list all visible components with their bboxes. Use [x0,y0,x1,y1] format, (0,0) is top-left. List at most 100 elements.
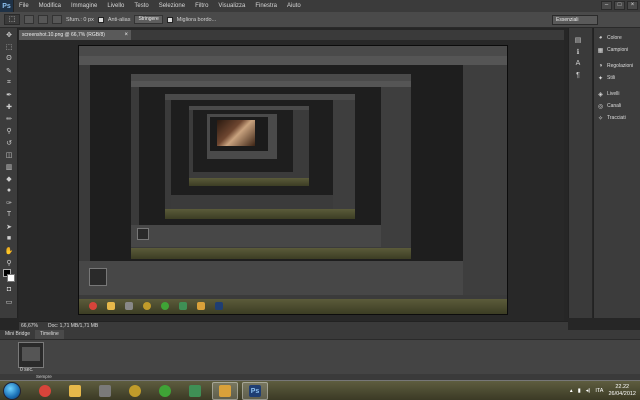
panel-channels[interactable]: ◎ Canali [594,100,640,112]
character-panel-icon[interactable]: A [571,58,585,69]
lasso-tool-icon[interactable]: ʘ [2,53,16,64]
style-select[interactable]: Stringere [134,15,163,24]
zoom-level[interactable]: 66,67% [21,323,38,329]
taskbar-media-player[interactable] [212,382,238,400]
antialias-checkbox[interactable] [97,16,104,23]
photoshop-icon: Ps [249,385,261,397]
crop-tool-icon[interactable]: ⌗ [2,77,16,88]
selection-tool-icon[interactable]: ⬚ [4,14,20,25]
doc-info[interactable]: Doc: 1,71 MB/1,71 MB [48,323,98,329]
eraser-tool-icon[interactable]: ◫ [2,149,16,160]
panel-colors[interactable]: ◕ Colore [594,32,640,44]
document-tab-bar: screenshot.10.png @ 66,7% (RGB/8) × [19,30,564,40]
menu-layer[interactable]: Livello [102,0,129,12]
menu-file[interactable]: File [14,0,34,12]
winamp-icon [129,385,141,397]
layers-icon: ◈ [598,91,603,98]
panel-label: Regolazioni [607,63,634,69]
network-icon[interactable]: ▮ [578,388,581,394]
tab-mini-bridge[interactable]: Mini Bridge [0,330,35,339]
volume-icon[interactable]: ◂) [586,388,591,394]
menu-image[interactable]: Immagine [66,0,102,12]
healing-tool-icon[interactable]: ✚ [2,101,16,112]
menu-window[interactable]: Finestra [250,0,282,12]
frame-duration[interactable]: 0 sec. [20,367,33,373]
close-button[interactable]: × [627,1,638,10]
ps-logo: Ps [0,0,14,12]
clock[interactable]: 22.22 26/04/2012 [608,384,636,398]
close-icon[interactable]: × [124,30,128,40]
clock-date: 26/04/2012 [608,391,636,397]
minimize-button[interactable]: – [601,1,612,10]
brush-tool-icon[interactable]: ✏ [2,113,16,124]
color-swatches-icon[interactable] [2,269,16,283]
language-indicator[interactable]: ITA [595,388,603,394]
subtract-selection-button[interactable] [52,15,62,24]
taskbar-utorrent[interactable] [152,382,178,400]
shape-tool-icon[interactable]: ■ [2,233,16,244]
quick-select-tool-icon[interactable]: ✎ [2,65,16,76]
properties-panel-icon[interactable]: ℹ [571,46,585,57]
dodge-tool-icon[interactable]: ● [2,185,16,196]
tools-panel: ✥ ⬚ ʘ ✎ ⌗ ✒ ✚ ✏ ⚲ ↺ ◫ ▥ ◆ ● ✑ T ➤ ■ ✋ ⚲ … [0,28,18,318]
photo-thumbnail [217,120,255,146]
document-canvas[interactable] [78,45,508,315]
taskbar-toolbox[interactable] [92,382,118,400]
panel-styles[interactable]: ✦ Stili [594,72,640,84]
status-bar: 66,67% Doc: 1,71 MB/1,71 MB [19,321,568,330]
panel-layers[interactable]: ◈ Livelli [594,88,640,100]
zoom-tool-icon[interactable]: ⚲ [2,257,16,268]
history-brush-icon[interactable]: ↺ [2,137,16,148]
taskbar-app-green[interactable] [182,382,208,400]
panel-icon-strip: ▤ ℹ A ¶ [568,28,592,318]
panel-swatches[interactable]: ▦ Campioni [594,44,640,56]
clock-time: 22.22 [615,384,630,390]
taskbar-explorer[interactable] [62,382,88,400]
menu-filter[interactable]: Filtro [190,0,213,12]
windows-taskbar: Ps ▴ ▮ ◂) ITA 22.22 26/04/2012 [0,380,640,400]
blur-tool-icon[interactable]: ◆ [2,173,16,184]
maximize-button[interactable]: □ [614,1,625,10]
tab-timeline[interactable]: Timeline [35,330,64,339]
menu-view[interactable]: Visualizza [213,0,250,12]
panel-paths[interactable]: ✧ Tracciati [594,112,640,124]
gradient-tool-icon[interactable]: ▥ [2,161,16,172]
clone-tool-icon[interactable]: ⚲ [2,125,16,136]
timeline-frame[interactable] [18,342,44,368]
paragraph-panel-icon[interactable]: ¶ [571,70,585,81]
hand-tool-icon[interactable]: ✋ [2,245,16,256]
taskbar-chrome[interactable] [32,382,58,400]
history-panel-icon[interactable]: ▤ [571,34,585,45]
feather-label: Sfum.: 0 px [66,16,94,23]
add-selection-button[interactable] [38,15,48,24]
workspace-select[interactable]: Essenziali [552,15,598,25]
styles-icon: ✦ [597,75,604,82]
move-tool-icon[interactable]: ✥ [2,29,16,40]
system-tray: ▴ ▮ ◂) ITA 22.22 26/04/2012 [570,382,636,400]
tray-arrow-icon[interactable]: ▴ [570,388,573,394]
toolbox-icon [99,385,111,397]
timeline-panel: 0 sec. [0,339,640,374]
new-selection-button[interactable] [24,15,34,24]
screen-mode-icon[interactable]: ▭ [2,296,16,307]
refine-checkbox[interactable] [166,16,173,23]
marquee-tool-icon[interactable]: ⬚ [2,41,16,52]
menu-type[interactable]: Testo [129,0,153,12]
refine-edge-label[interactable]: Migliora bordo... [177,17,216,23]
start-button[interactable] [3,382,21,400]
pen-tool-icon[interactable]: ✑ [2,197,16,208]
document-tab[interactable]: screenshot.10.png @ 66,7% (RGB/8) × [19,30,131,40]
eyedropper-tool-icon[interactable]: ✒ [2,89,16,100]
quick-mask-icon[interactable]: ◘ [2,284,16,295]
taskbar-photoshop[interactable]: Ps [242,382,268,400]
antialias-label: Anti-alias [107,16,131,23]
taskbar-winamp[interactable] [122,382,148,400]
panel-label: Canali [607,103,622,109]
menu-select[interactable]: Selezione [154,0,190,12]
path-select-tool-icon[interactable]: ➤ [2,221,16,232]
type-tool-icon[interactable]: T [2,209,16,220]
menu-help[interactable]: Aiuto [282,0,306,12]
menu-edit[interactable]: Modifica [34,0,66,12]
panel-adjustments[interactable]: ◑ Regolazioni [594,60,640,72]
panel-label: Livelli [607,91,620,97]
